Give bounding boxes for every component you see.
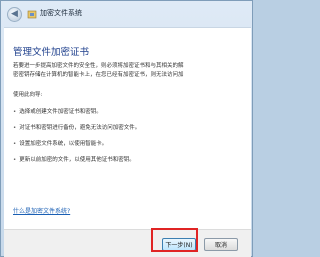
back-arrow-icon: ◀ bbox=[11, 9, 18, 19]
wizard-footer: 下一步(N) 取消 bbox=[4, 229, 251, 257]
feature-item: 设置加密文件系统，以使用智能卡。 bbox=[13, 140, 140, 156]
cancel-button[interactable]: 取消 bbox=[204, 238, 238, 251]
window-title: 加密文件系统 bbox=[40, 9, 82, 17]
wizard-content: 管理文件加密证书 若要进一步提高加密文件的安全性，则必须将加密证书和与其相关的解… bbox=[4, 27, 251, 230]
intro-line: 密密钥存储在计算机的智能卡上，在您已经有加密证书，则无法访问加 bbox=[13, 72, 184, 78]
help-link[interactable]: 什么是加密文件系统? bbox=[13, 206, 70, 215]
title-bar: ◀ 加密文件系统 bbox=[1, 1, 252, 27]
back-button[interactable]: ◀ bbox=[7, 7, 22, 22]
feature-item: 更新以前加密的文件，以使用其他证书和密钥。 bbox=[13, 156, 140, 172]
feature-item: 对证书和密钥进行备份，避免无法访问加密文件。 bbox=[13, 124, 140, 140]
intro-text: 若要进一步提高加密文件的安全性，则必须将加密证书和与其相关的解 密密钥存储在计算… bbox=[13, 62, 245, 80]
wizard-window: ◀ 加密文件系统 管理文件加密证书 若要进一步提高加密文件的安全性，则必须将加密… bbox=[0, 0, 253, 257]
feature-list: 选择或创建文件加密证书和密钥。 对证书和密钥进行备份，避免无法访问加密文件。 设… bbox=[13, 108, 140, 172]
uses-title: 使用此向导: bbox=[13, 92, 43, 98]
feature-item: 选择或创建文件加密证书和密钥。 bbox=[13, 108, 140, 124]
highlight-box bbox=[151, 228, 198, 252]
encrypt-key-icon bbox=[27, 10, 37, 19]
intro-line: 若要进一步提高加密文件的安全性，则必须将加密证书和与其相关的解 bbox=[13, 63, 184, 69]
page-heading: 管理文件加密证书 bbox=[13, 47, 90, 58]
